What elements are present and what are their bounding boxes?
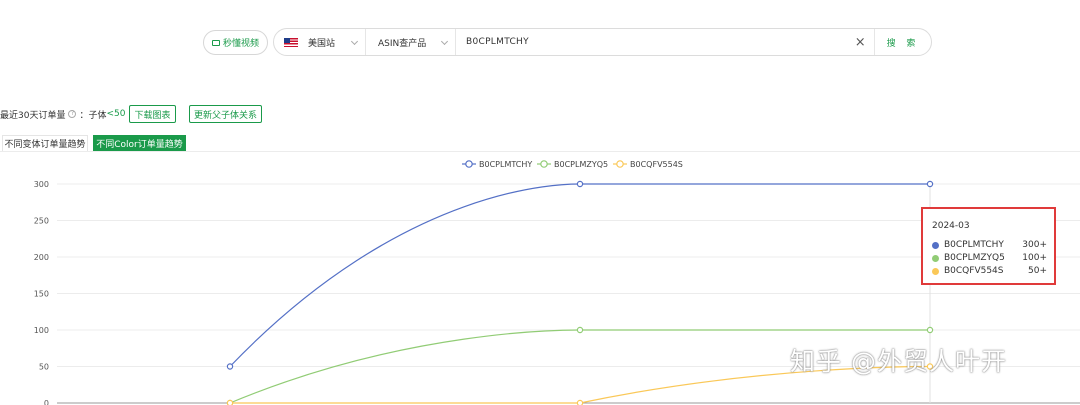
series-line	[229, 183, 930, 367]
y-tick-label: 100	[34, 326, 49, 335]
tooltip-series-value: 100+	[1022, 253, 1047, 263]
page-root: 秒懂视频 美国站 ASIN查产品 B0CPLMTCHY × 搜 索 最近30天订…	[0, 0, 1080, 405]
tooltip-row: B0CPLMZYQ5 100+	[932, 253, 1047, 263]
tooltip-series-value: 300+	[1022, 240, 1047, 250]
data-point	[576, 180, 584, 188]
legend-label: B0CPLMTCHY	[479, 160, 532, 169]
y-tick-label: 250	[34, 217, 49, 226]
data-point	[226, 399, 234, 405]
data-point	[226, 363, 234, 370]
tooltip-series-name: B0CPLMZYQ5	[944, 253, 1005, 263]
data-point	[926, 180, 934, 188]
legend-marker-icon	[616, 160, 624, 168]
data-point	[576, 399, 584, 405]
series-dot-icon	[932, 254, 939, 262]
series-dot-icon	[932, 267, 939, 275]
tooltip-row: B0CPLMTCHY 300+	[932, 240, 1047, 250]
tooltip-series-name: B0CQFV554S	[944, 266, 1004, 276]
y-tick-label: 50	[39, 363, 49, 372]
y-tick-label: 200	[34, 253, 49, 262]
legend-marker-icon	[465, 160, 473, 168]
tooltip-series-name: B0CPLMTCHY	[944, 240, 1004, 250]
tooltip-row: B0CQFV554S 50+	[932, 266, 1047, 276]
legend-marker-icon	[540, 160, 548, 168]
y-tick-label: 300	[34, 180, 49, 189]
data-point	[576, 326, 584, 334]
chart-tooltip: 2024-03 B0CPLMTCHY 300+ B0CPLMZYQ5 100+ …	[921, 207, 1056, 285]
watermark: 知乎 @外贸人叶开	[790, 347, 1007, 376]
legend-label: B0CPLMZYQ5	[554, 160, 608, 169]
legend-label: B0CQFV554S	[630, 160, 683, 169]
tooltip-series-value: 50+	[1028, 266, 1047, 276]
tooltip-title: 2024-03	[932, 221, 970, 231]
data-point	[926, 326, 934, 334]
y-tick-label: 150	[34, 290, 49, 299]
y-tick-label: 0	[44, 399, 49, 405]
series-dot-icon	[932, 241, 939, 249]
